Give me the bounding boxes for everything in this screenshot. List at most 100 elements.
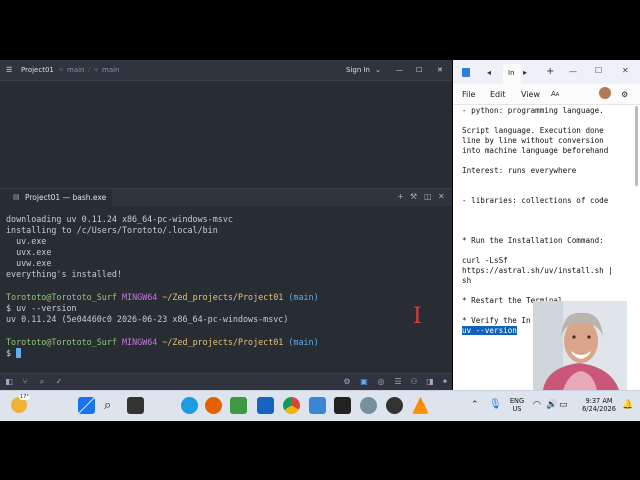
weather-temp: 17°: [19, 394, 30, 400]
notepad-tab[interactable]: In: [503, 64, 521, 84]
selected-text-line[interactable]: uv --version: [462, 326, 517, 336]
notepad-taskbar-icon[interactable]: [309, 397, 326, 414]
text-format-icon[interactable]: AA: [551, 90, 559, 100]
selected-text: uv --version: [462, 326, 517, 335]
recording-icon[interactable]: [386, 397, 403, 414]
project-name[interactable]: Project01: [21, 66, 54, 75]
terminal-line: downloading uv 0.11.24 x86_64-pc-windows…: [6, 214, 233, 224]
notepad-tabbar: ◂ In ▸ + — ☐ ✕: [453, 60, 640, 84]
chrome-icon[interactable]: [283, 397, 300, 414]
terminal-tab-label: Project01 — bash.exe: [25, 193, 107, 202]
language-indicator[interactable]: ENG US: [507, 397, 527, 413]
terminal-line: installing to /c/Users/Torototo/.local/b…: [6, 225, 218, 235]
new-tab-icon[interactable]: +: [546, 66, 554, 78]
prompt-shell: MINGW64: [121, 337, 158, 347]
prompt-branch: (main): [288, 292, 319, 302]
notepad-tab-label: In: [508, 69, 515, 77]
prompt-shell: MINGW64: [121, 292, 158, 302]
outline-icon[interactable]: ◎: [376, 377, 386, 387]
prompt-line: Torototo@Torototo_Surf MINGW64 ~/Zed_pro…: [6, 292, 319, 303]
terminal-line: everything's installed!: [6, 269, 122, 279]
prompt-path: ~/Zed_projects/Project01: [162, 292, 284, 302]
status-bar: ◧ ⑂ ⌕ ✓ ⚙ ▣ ◎ ☰ ⚇ ◨ ✦: [0, 373, 452, 391]
sign-in-button[interactable]: Sign In: [346, 66, 370, 75]
text-line: - libraries: collections of code: [462, 196, 609, 205]
scrollbar[interactable]: [635, 106, 638, 186]
terminal-output[interactable]: downloading uv 0.11.24 x86_64-pc-windows…: [0, 206, 452, 373]
menu-edit[interactable]: Edit: [490, 90, 506, 99]
menu-view[interactable]: View: [521, 90, 540, 99]
terminal-panel-header: ▤ Project01 — bash.exe + ⚒ ◫ ✕: [0, 188, 452, 207]
close-icon[interactable]: ✕: [437, 66, 443, 75]
notification-icon[interactable]: 🔔: [622, 400, 633, 410]
zed-titlebar: ☰ Project01 ⑂ main / ⑂ main Sign In ⌄ — …: [0, 60, 452, 81]
terminal-line: uv.exe: [6, 236, 47, 246]
command-output: uv 0.11.24 (5e04460c0 2026-06-23 x86_64-…: [6, 314, 289, 324]
volume-icon[interactable]: 🔊: [546, 400, 557, 410]
text-line: curl -LsSf: [462, 256, 508, 265]
text-line: line by line without conversion: [462, 136, 604, 145]
split-icon[interactable]: ◫: [424, 192, 432, 202]
clock[interactable]: 9:37 AM 6/24/2026: [578, 397, 620, 413]
minimize-icon[interactable]: —: [396, 66, 403, 75]
menu-icon[interactable]: ☰: [6, 66, 12, 75]
battery-icon[interactable]: ▭: [559, 400, 568, 410]
close-icon[interactable]: ✕: [622, 66, 629, 75]
editor-area[interactable]: [0, 81, 452, 188]
vlc-icon[interactable]: [412, 397, 429, 414]
terminal-line: uvw.exe: [6, 258, 52, 268]
current-prompt[interactable]: $: [6, 348, 22, 359]
diagnostics-icon[interactable]: ⚙: [342, 377, 352, 387]
task-view-icon[interactable]: [127, 397, 144, 414]
text-line: Script language. Execution done: [462, 126, 604, 135]
panel-icon[interactable]: ◨: [425, 377, 435, 387]
text-line: sh: [462, 276, 472, 285]
git-icon[interactable]: ⑂: [20, 377, 30, 387]
wifi-icon[interactable]: ◠: [533, 400, 541, 410]
maximize-icon[interactable]: ☐: [595, 66, 602, 75]
menu-file[interactable]: File: [462, 90, 475, 99]
zed-taskbar-icon[interactable]: [334, 397, 351, 414]
app-icon-green[interactable]: [230, 397, 247, 414]
settings-icon[interactable]: ⚙: [621, 90, 628, 99]
clock-date: 6/24/2026: [582, 405, 616, 413]
search-icon[interactable]: ⌕: [37, 377, 47, 387]
maximize-icon[interactable]: ☐: [416, 66, 422, 75]
sidebar-toggle-icon[interactable]: ◧: [4, 377, 14, 387]
check-icon[interactable]: ✓: [54, 377, 64, 387]
branch-label[interactable]: main: [67, 66, 85, 75]
region-code: US: [512, 405, 522, 413]
separator: /: [88, 66, 91, 74]
language-code: ENG: [509, 397, 525, 405]
tools-icon[interactable]: ⚒: [410, 192, 417, 202]
terminal-toggle-icon[interactable]: ▣: [359, 377, 369, 387]
command-line: $ uv --version: [6, 303, 77, 313]
list-icon[interactable]: ☰: [393, 377, 403, 387]
firefox-icon[interactable]: [205, 397, 222, 414]
collab-icon[interactable]: ⚇: [409, 377, 419, 387]
assistant-icon[interactable]: ✦: [440, 377, 450, 387]
tab-forward-icon[interactable]: ▸: [523, 68, 527, 77]
branch-label-2[interactable]: main: [102, 66, 120, 75]
webcam-person-image: [533, 301, 627, 390]
add-icon[interactable]: +: [397, 192, 404, 202]
avatar[interactable]: [599, 87, 611, 99]
text-line: into machine language beforehand: [462, 146, 609, 155]
terminal-line: uvx.exe: [6, 247, 52, 257]
tab-back-icon[interactable]: ◂: [487, 68, 491, 77]
zed-window: ☰ Project01 ⑂ main / ⑂ main Sign In ⌄ — …: [0, 60, 452, 391]
minimize-icon[interactable]: —: [569, 67, 577, 76]
prompt-symbol: $: [6, 348, 17, 358]
app-icon-blue[interactable]: [257, 397, 274, 414]
chevron-down-icon[interactable]: ⌄: [375, 66, 381, 75]
text-line: - python: programming language.: [462, 106, 604, 115]
chevron-up-icon[interactable]: ⌃: [471, 400, 479, 410]
start-icon[interactable]: [78, 397, 95, 414]
search-icon[interactable]: ⌕: [104, 397, 111, 414]
settings-taskbar-icon[interactable]: [360, 397, 377, 414]
terminal-icon: ▤: [13, 193, 20, 201]
close-panel-icon[interactable]: ✕: [438, 192, 445, 202]
microphone-icon[interactable]: 🎙: [489, 399, 502, 411]
edge-icon[interactable]: [181, 397, 198, 414]
terminal-tab[interactable]: ▤ Project01 — bash.exe: [0, 189, 112, 206]
